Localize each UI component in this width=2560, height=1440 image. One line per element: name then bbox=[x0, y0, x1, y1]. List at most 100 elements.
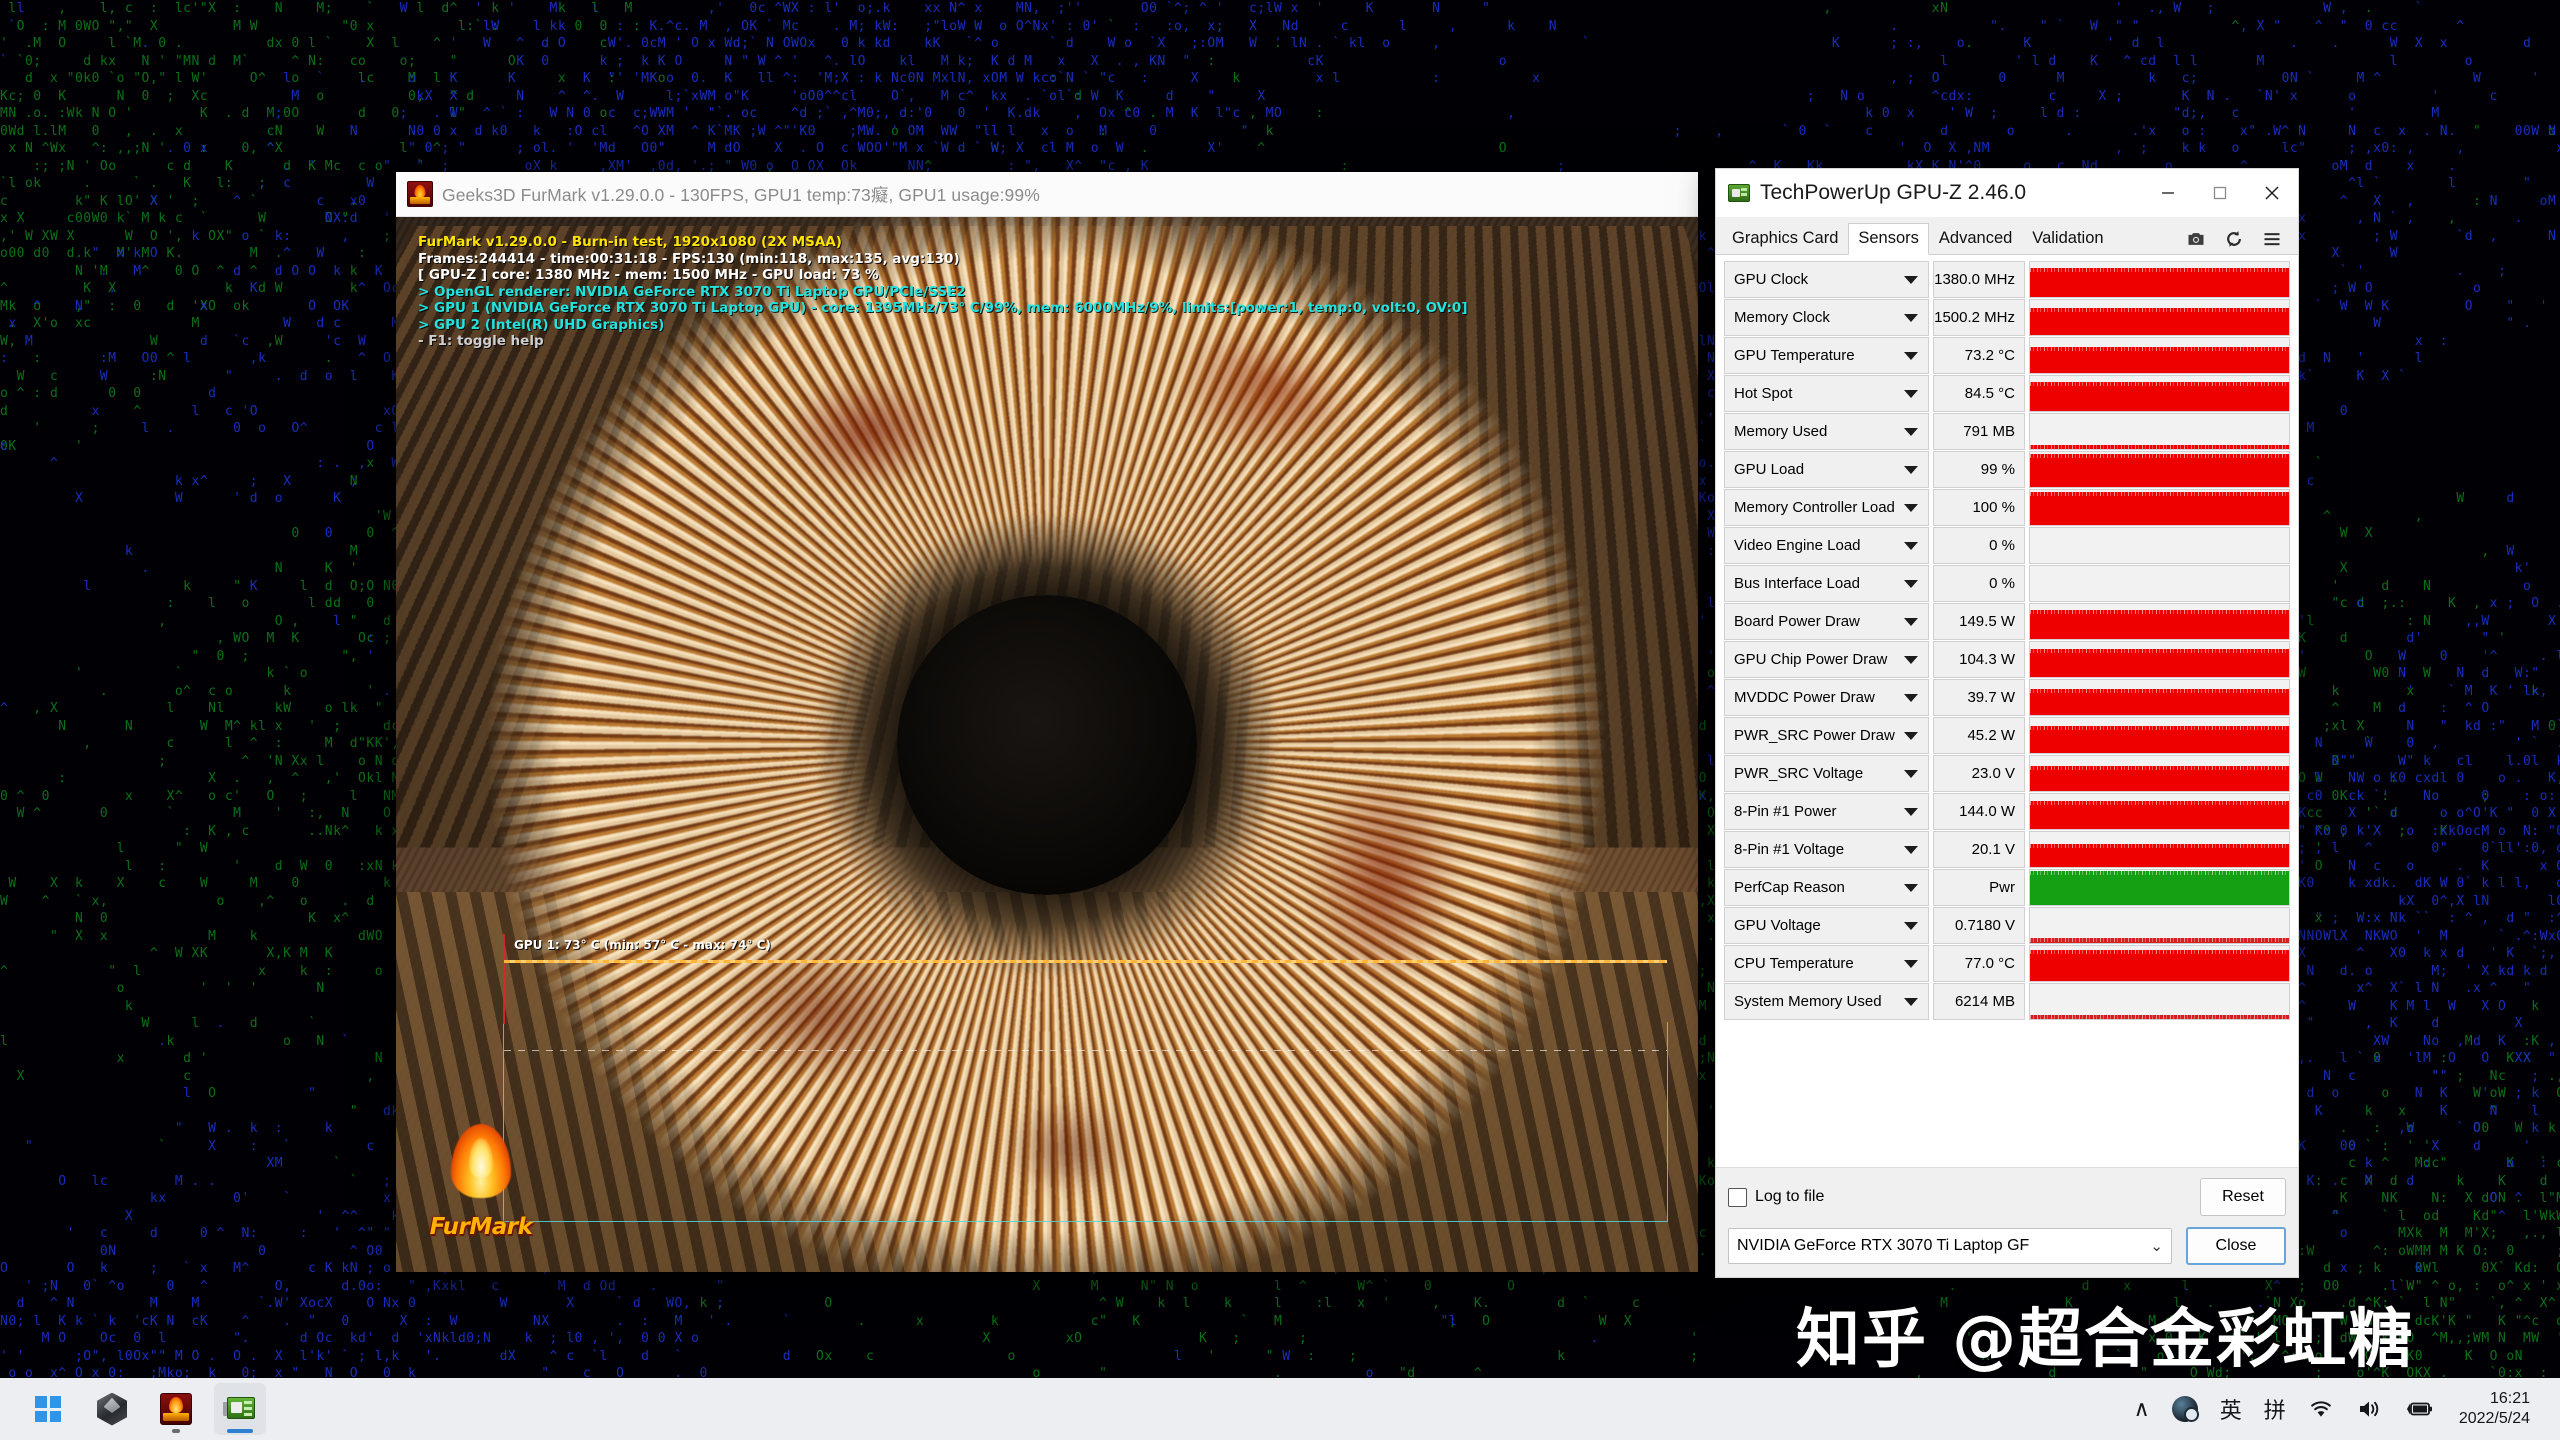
sensor-label: Video Engine Load bbox=[1734, 537, 1861, 554]
tab-advanced[interactable]: Advanced bbox=[1929, 223, 2022, 255]
furmark-overlay-stats: FurMark v1.29.0.0 - Burn-in test, 1920x1… bbox=[418, 234, 1468, 350]
sensor-value: 45.2 W bbox=[1933, 717, 2025, 754]
sensor-label: CPU Temperature bbox=[1734, 955, 1854, 972]
show-hidden-icons-button[interactable]: ∧ bbox=[2123, 1383, 2161, 1435]
furmark-titlebar[interactable]: Geeks3D FurMark v1.29.0.0 - 130FPS, GPU1… bbox=[396, 172, 1698, 217]
battery-charging-icon bbox=[2406, 1402, 2432, 1416]
chevron-down-icon[interactable] bbox=[1904, 997, 1918, 1006]
sensor-name-hot-spot[interactable]: Hot Spot bbox=[1724, 375, 1929, 412]
maximize-button[interactable] bbox=[2194, 169, 2246, 217]
clock-date: 2022/5/24 bbox=[2458, 1410, 2530, 1427]
chevron-down-icon[interactable] bbox=[1904, 313, 1918, 322]
maximize-icon bbox=[2213, 186, 2227, 200]
chevron-down-icon[interactable] bbox=[1904, 503, 1918, 512]
volume-button[interactable] bbox=[2345, 1383, 2393, 1435]
sensor-graph-noise bbox=[2030, 649, 2289, 653]
chevron-down-icon[interactable] bbox=[1904, 579, 1918, 588]
reset-button[interactable]: Reset bbox=[2200, 1178, 2286, 1216]
sensor-history-graph bbox=[2029, 717, 2290, 754]
sensor-name-gpu-voltage[interactable]: GPU Voltage bbox=[1724, 907, 1929, 944]
tab-sensors[interactable]: Sensors bbox=[1848, 223, 1929, 255]
system-tray[interactable]: ∧ 英 拼 16:21 2022/5/24 bbox=[2123, 1383, 2560, 1435]
sensor-name-pwr-src-voltage[interactable]: PWR_SRC Voltage bbox=[1724, 755, 1929, 792]
sensor-graph-fill bbox=[2030, 950, 2289, 981]
donut-center-hole bbox=[897, 594, 1197, 895]
camera-icon[interactable] bbox=[2186, 229, 2206, 249]
close-dialog-button[interactable]: Close bbox=[2186, 1227, 2286, 1265]
chevron-down-icon[interactable] bbox=[1904, 693, 1918, 702]
sensor-name-memory-used[interactable]: Memory Used bbox=[1724, 413, 1929, 450]
chevron-down-icon[interactable] bbox=[1904, 465, 1918, 474]
chevron-down-icon[interactable] bbox=[1904, 617, 1918, 626]
gpuz-window[interactable]: TechPowerUp GPU-Z 2.46.0 Graphics Card S… bbox=[1715, 168, 2299, 1278]
sensor-label: PerfCap Reason bbox=[1734, 879, 1845, 896]
chevron-down-icon[interactable] bbox=[1904, 883, 1918, 892]
steam-tray-button[interactable] bbox=[2161, 1383, 2209, 1435]
ime-english-indicator[interactable]: 英 bbox=[2209, 1383, 2253, 1435]
sensor-name-gpu-chip-power-draw[interactable]: GPU Chip Power Draw bbox=[1724, 641, 1929, 678]
sensor-name-mvddc-power-draw[interactable]: MVDDC Power Draw bbox=[1724, 679, 1929, 716]
gpu-select-dropdown[interactable]: NVIDIA GeForce RTX 3070 Ti Laptop GF ⌄ bbox=[1728, 1228, 2172, 1264]
sensor-name-bus-interface-load[interactable]: Bus Interface Load bbox=[1724, 565, 1929, 602]
ime-pinyin-indicator[interactable]: 拼 bbox=[2253, 1383, 2297, 1435]
chevron-down-icon[interactable] bbox=[1904, 921, 1918, 930]
sensor-row: PWR_SRC Voltage 23.0 V bbox=[1724, 755, 2290, 792]
taskbar-app-buttons[interactable] bbox=[0, 1383, 266, 1435]
hexagon-app-button[interactable] bbox=[86, 1383, 138, 1435]
sensor-name-perfcap-reason[interactable]: PerfCap Reason bbox=[1724, 869, 1929, 906]
gpuz-tab-bar[interactable]: Graphics Card Sensors Advanced Validatio… bbox=[1716, 217, 2298, 255]
wifi-button[interactable] bbox=[2297, 1383, 2345, 1435]
sensor-name-gpu-temperature[interactable]: GPU Temperature bbox=[1724, 337, 1929, 374]
sensor-history-graph bbox=[2029, 375, 2290, 412]
sensor-label: 8-Pin #1 Power bbox=[1734, 803, 1837, 820]
close-button[interactable] bbox=[2246, 169, 2298, 217]
furmark-window[interactable]: Geeks3D FurMark v1.29.0.0 - 130FPS, GPU1… bbox=[396, 172, 1698, 1272]
sensor-name-8-pin-1-voltage[interactable]: 8-Pin #1 Voltage bbox=[1724, 831, 1929, 868]
start-button[interactable] bbox=[22, 1383, 74, 1435]
gpuz-titlebar[interactable]: TechPowerUp GPU-Z 2.46.0 bbox=[1716, 169, 2298, 217]
sensor-name-board-power-draw[interactable]: Board Power Draw bbox=[1724, 603, 1929, 640]
log-to-file-checkbox[interactable] bbox=[1728, 1187, 1747, 1207]
sensor-name-gpu-load[interactable]: GPU Load bbox=[1724, 451, 1929, 488]
chevron-down-icon[interactable] bbox=[1904, 389, 1918, 398]
sensor-graph-noise bbox=[2030, 801, 2289, 806]
taskbar-clock[interactable]: 16:21 2022/5/24 bbox=[2445, 1383, 2546, 1435]
chevron-down-icon[interactable] bbox=[1904, 845, 1918, 854]
sensor-name-cpu-temperature[interactable]: CPU Temperature bbox=[1724, 945, 1929, 982]
tab-graphics-card[interactable]: Graphics Card bbox=[1722, 223, 1848, 255]
chevron-down-icon[interactable] bbox=[1904, 959, 1918, 968]
chevron-down-icon[interactable] bbox=[1904, 541, 1918, 550]
furmark-taskbar-button[interactable] bbox=[150, 1383, 202, 1435]
sensor-row: Memory Controller Load 100 % bbox=[1724, 489, 2290, 526]
sensor-value: 144.0 W bbox=[1933, 793, 2025, 830]
minimize-button[interactable] bbox=[2142, 169, 2194, 217]
overlay-line-7: - F1: toggle help bbox=[418, 333, 544, 349]
taskbar[interactable]: ∧ 英 拼 16:21 2022/5/24 bbox=[0, 1378, 2560, 1440]
tab-validation[interactable]: Validation bbox=[2022, 223, 2113, 255]
chevron-down-icon[interactable] bbox=[1904, 807, 1918, 816]
sensor-name-video-engine-load[interactable]: Video Engine Load bbox=[1724, 527, 1929, 564]
sensor-name-gpu-clock[interactable]: GPU Clock bbox=[1724, 261, 1929, 298]
sensor-history-graph bbox=[2029, 451, 2290, 488]
sensor-name-memory-clock[interactable]: Memory Clock bbox=[1724, 299, 1929, 336]
battery-button[interactable] bbox=[2393, 1383, 2445, 1435]
sensor-value: 149.5 W bbox=[1933, 603, 2025, 640]
chevron-down-icon[interactable] bbox=[1904, 769, 1918, 778]
chevron-down-icon[interactable] bbox=[1904, 275, 1918, 284]
hamburger-menu-icon[interactable] bbox=[2262, 229, 2282, 249]
chevron-down-icon[interactable] bbox=[1904, 655, 1918, 664]
gpuz-toolbar[interactable] bbox=[2186, 229, 2298, 254]
chevron-down-icon[interactable] bbox=[1904, 427, 1918, 436]
sensor-graph-fill bbox=[2030, 267, 2289, 297]
chevron-down-icon[interactable] bbox=[1904, 731, 1918, 740]
refresh-icon[interactable] bbox=[2224, 229, 2244, 249]
sensor-label: Bus Interface Load bbox=[1734, 575, 1860, 592]
sensor-name-memory-controller-load[interactable]: Memory Controller Load bbox=[1724, 489, 1929, 526]
chevron-down-icon[interactable] bbox=[1904, 351, 1918, 360]
gpuz-taskbar-button[interactable] bbox=[214, 1383, 266, 1435]
sensor-name-system-memory-used[interactable]: System Memory Used bbox=[1724, 983, 1929, 1020]
sensor-name-8-pin-1-power[interactable]: 8-Pin #1 Power bbox=[1724, 793, 1929, 830]
sensor-name-pwr-src-power-draw[interactable]: PWR_SRC Power Draw bbox=[1724, 717, 1929, 754]
sensor-row: GPU Voltage 0.7180 V bbox=[1724, 907, 2290, 944]
furmark-render-view[interactable]: FurMark v1.29.0.0 - Burn-in test, 1920x1… bbox=[396, 217, 1698, 1272]
